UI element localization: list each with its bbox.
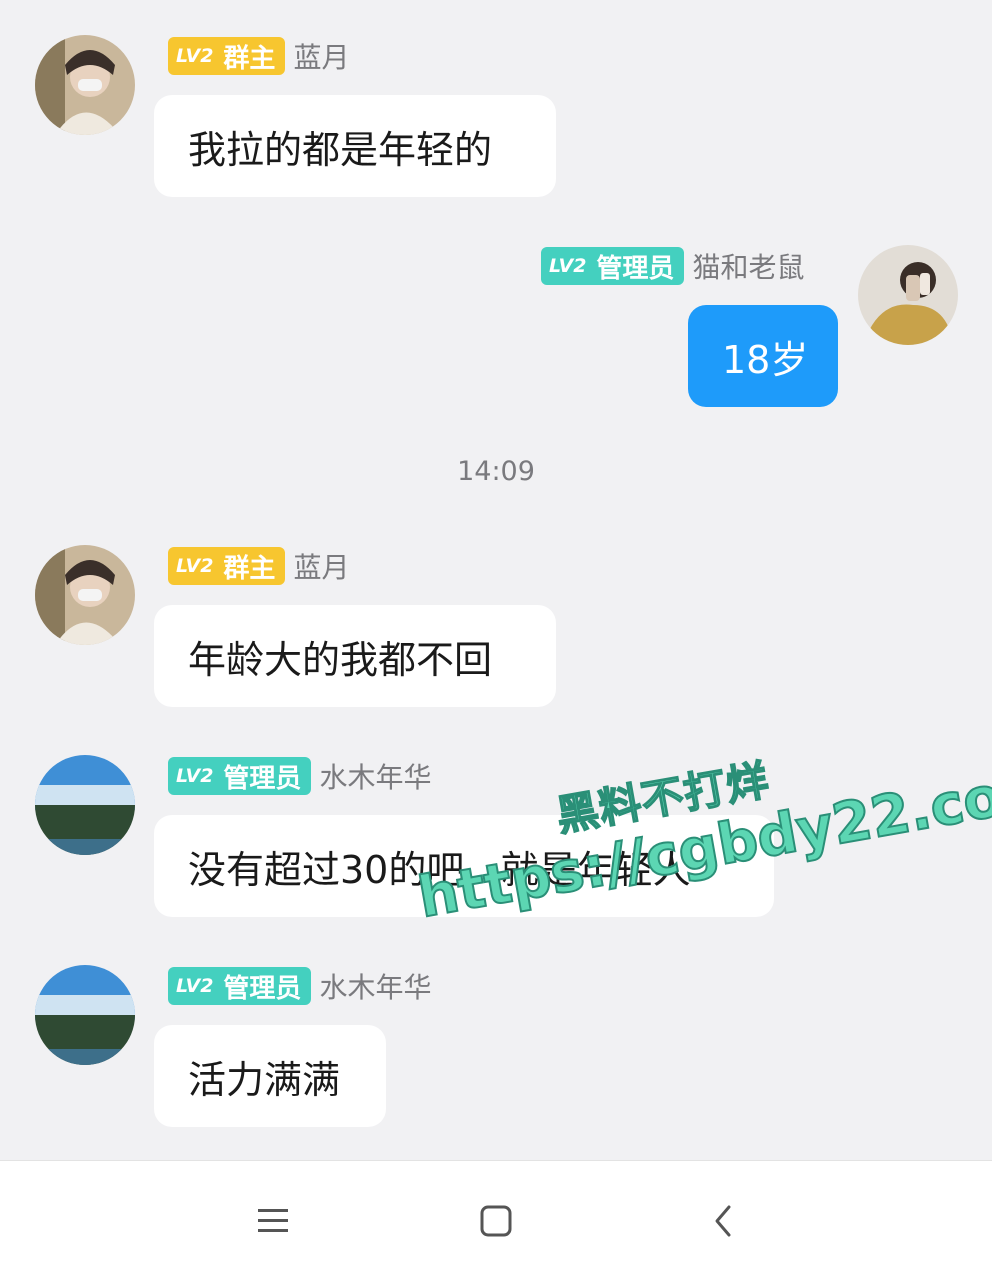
avatar-shuimu-nianhua[interactable]: [35, 755, 135, 855]
sender-name[interactable]: 猫和老鼠: [692, 246, 804, 286]
message-bubble[interactable]: 18岁: [688, 305, 838, 407]
message-bubble[interactable]: 我拉的都是年轻的: [154, 95, 556, 197]
landscape-photo-icon: [35, 755, 135, 855]
system-navigation-bar: [0, 1160, 992, 1281]
person-photo-icon: [858, 245, 958, 345]
admin-badge: LV2 管理员: [168, 757, 312, 795]
sender-name[interactable]: 水木年华: [319, 756, 431, 796]
back-button[interactable]: [693, 1191, 753, 1251]
menu-icon: [258, 1209, 288, 1232]
home-square-icon: [480, 1205, 512, 1237]
sender-name[interactable]: 蓝月: [293, 36, 349, 76]
admin-badge: LV2 管理员: [168, 967, 312, 1005]
message-meta: LV2 群主 蓝月: [168, 36, 349, 76]
message-meta: LV2 管理员 水木年华: [168, 756, 431, 796]
message-bubble[interactable]: 年龄大的我都不回: [154, 605, 556, 707]
timestamp: 14:09: [457, 456, 535, 487]
menu-button[interactable]: [243, 1191, 303, 1251]
avatar-lanyue[interactable]: [35, 35, 135, 135]
message-meta: LV2 管理员 猫和老鼠: [541, 246, 804, 286]
person-photo-icon: [35, 35, 135, 135]
person-photo-icon: [35, 545, 135, 645]
admin-badge: LV2 管理员: [541, 247, 685, 285]
owner-badge: LV2 群主: [168, 547, 286, 585]
sender-name[interactable]: 水木年华: [319, 966, 431, 1006]
home-button[interactable]: [466, 1191, 526, 1251]
avatar-mao-he-laoshu[interactable]: [858, 245, 958, 345]
owner-badge: LV2 群主: [168, 37, 286, 75]
message-bubble[interactable]: 活力满满: [154, 1025, 386, 1127]
sender-name[interactable]: 蓝月: [293, 546, 349, 586]
message-bubble[interactable]: 没有超过30的吧 就是年轻人: [154, 815, 774, 917]
message-meta: LV2 群主 蓝月: [168, 546, 349, 586]
message-meta: LV2 管理员 水木年华: [168, 966, 431, 1006]
landscape-photo-icon: [35, 965, 135, 1065]
avatar-lanyue[interactable]: [35, 545, 135, 645]
back-chevron-icon: [715, 1205, 731, 1237]
avatar-shuimu-nianhua[interactable]: [35, 965, 135, 1065]
